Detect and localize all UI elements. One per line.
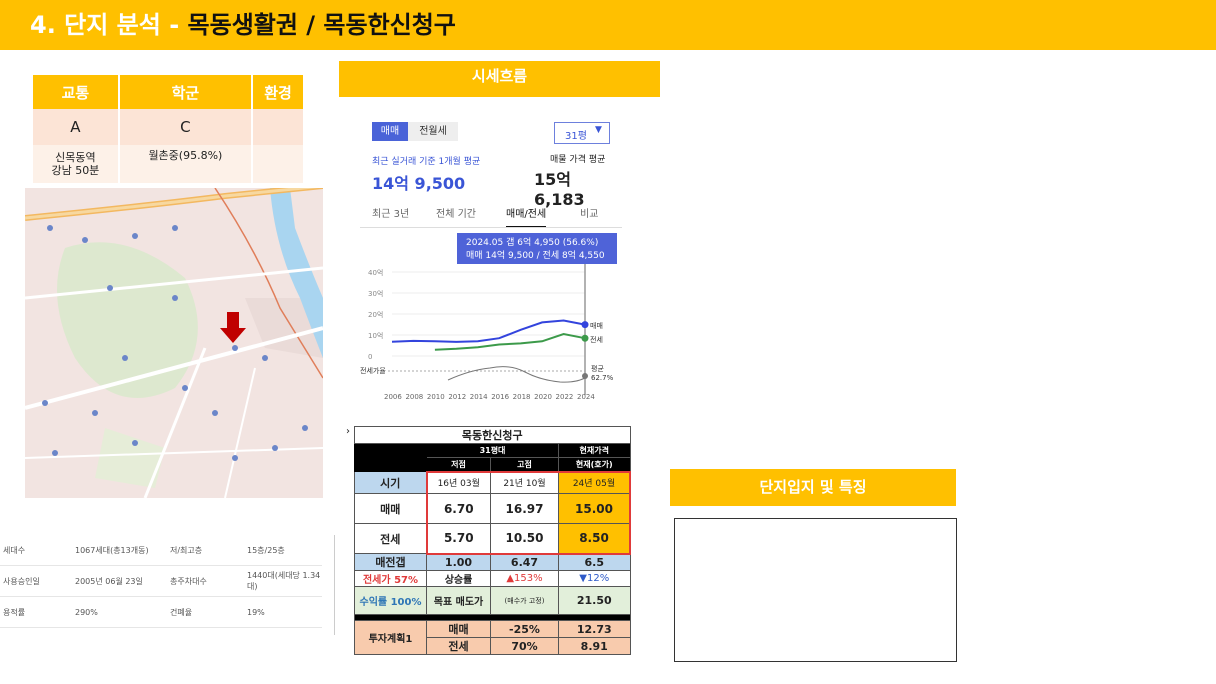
table-row: 전세가 57% 상승률 ▲153% ▼12% xyxy=(354,570,631,587)
location-map[interactable] xyxy=(25,188,323,498)
tab-divider xyxy=(360,227,622,228)
info-value: 19% xyxy=(247,607,265,617)
ask-avg-value: 15억 6,183 xyxy=(534,170,585,209)
recent-avg-label: 최근 실거래 기준 1개월 평균 xyxy=(372,157,481,167)
info-label: 용적률 xyxy=(3,607,26,617)
section-title-location-features: 단지입지 및 특징 xyxy=(670,469,956,506)
info-value: 290% xyxy=(75,607,98,617)
x-tick-label: 2020 xyxy=(534,393,552,401)
info-row: 용적률 290% 건폐율 19% xyxy=(0,597,322,628)
title-main: 목동생활권 / 목동한신청구 xyxy=(187,11,456,39)
note-traffic: 신목동역 강남 50분 xyxy=(33,145,120,183)
period-tab-all[interactable]: 전체 기간 xyxy=(436,205,476,220)
legend-avg-value: 62.7% xyxy=(591,374,614,382)
x-tick-label: 2024 xyxy=(577,393,595,401)
table-row: 매전갭 1.00 6.47 6.5 xyxy=(354,553,631,571)
y-tick-label: 20억 xyxy=(368,311,383,319)
info-row: 사용승인일 2005년 06월 23일 총주차대수 1440대(세대당 1.34… xyxy=(0,566,322,597)
ask-avg-label: 매물 가격 평균 xyxy=(550,155,606,165)
table-row: 수익률 100% 목표 매도가 (매수가 고정) 21.50 xyxy=(354,586,631,615)
location-features-box xyxy=(674,518,957,662)
col-low: 저점 xyxy=(426,457,491,472)
title-prefix: 4. 단지 분석 - xyxy=(30,11,188,39)
tooltip-line1: 2024.05 갭 6억 4,950 (56.6%) xyxy=(466,236,598,248)
table-sub1: 31평대 xyxy=(426,443,559,458)
investment-table: 목동한신청구 31평대 현재가격 저점 고점 현재(호가) 시기 16년 03월… xyxy=(354,426,631,655)
divider xyxy=(334,535,335,635)
legend-avg: 평균 xyxy=(591,364,604,373)
tooltip-line2: 매매 14억 9,500 / 전세 8억 4,550 xyxy=(466,249,605,261)
info-label: 사용승인일 xyxy=(3,576,40,586)
legend-rent: 전세 xyxy=(590,335,603,344)
table-row: 시기 16년 03월 21년 10월 24년 05월 xyxy=(354,470,631,494)
ratio-label: 전세가율 xyxy=(360,366,386,375)
x-tick-label: 2010 xyxy=(427,393,445,401)
chevron-down-icon: ▼ xyxy=(595,125,602,135)
note-env xyxy=(252,145,305,183)
col-high: 고점 xyxy=(490,457,559,472)
series-end-point xyxy=(581,334,589,342)
table-row: 투자계획1 매매 -25% 12.73 xyxy=(354,620,631,655)
x-tick-label: 2022 xyxy=(556,393,574,401)
location-score-table: 교통 학군 환경 A C 신목동역 강남 50분 월촌중(95.8%) xyxy=(33,75,305,183)
y-tick-label: 10억 xyxy=(368,332,383,340)
x-tick-label: 2006 xyxy=(384,393,402,401)
info-label: 저/최고층 xyxy=(170,545,203,555)
complex-info-table: 세대수 1067세대(총13개동) 저/최고층 15층/25층 사용승인일 20… xyxy=(0,535,322,628)
period-tab-sale-rent[interactable]: 매매/전세 xyxy=(506,205,547,228)
table-row: 매매 6.70 16.97 15.00 xyxy=(354,493,631,524)
chevron-left-icon: › xyxy=(346,426,350,437)
tab-sale[interactable]: 매매 xyxy=(372,122,408,141)
info-value: 1440대(세대당 1.34대) xyxy=(247,571,321,591)
series-line-sale xyxy=(391,319,586,343)
period-tab-compare[interactable]: 비교 xyxy=(580,205,598,220)
page-title: 4. 단지 분석 - 목동생활권 / 목동한신청구 xyxy=(30,9,456,41)
table-row: 전세 5.70 10.50 8.50 xyxy=(354,523,631,555)
y-tick-label: 30억 xyxy=(368,290,383,298)
legend-sale: 매매 xyxy=(590,322,603,330)
grade-env xyxy=(252,109,305,145)
x-tick-label: 2012 xyxy=(448,393,466,401)
page-header: 4. 단지 분석 - 목동생활권 / 목동한신청구 xyxy=(0,0,1216,50)
period-tab-3y[interactable]: 최근 3년 xyxy=(372,205,409,220)
tab-rent[interactable]: 전월세 xyxy=(408,122,458,141)
section-title-price-trend: 시세흐름 xyxy=(339,61,660,97)
x-tick-label: 2018 xyxy=(513,393,531,401)
info-value: 1067세대(총13개동) xyxy=(75,545,149,555)
size-dropdown-value: 31평 xyxy=(565,131,587,142)
y-tick-label: 40억 xyxy=(368,269,383,277)
grade-traffic: A xyxy=(33,109,120,145)
size-dropdown[interactable]: 31평 ▼ xyxy=(554,122,610,144)
table-title: 목동한신청구 xyxy=(354,426,631,444)
x-tick-label: 2014 xyxy=(470,393,488,401)
price-chart: 40억 30억 20억 10억 0 2024.05 갭 6억 4,950 (56.6%)… xyxy=(360,233,617,401)
x-tick-label: 2016 xyxy=(491,393,509,401)
grade-school: C xyxy=(118,109,254,145)
info-row: 세대수 1067세대(총13개동) 저/최고층 15층/25층 xyxy=(0,535,322,566)
info-label: 총주차대수 xyxy=(170,576,207,586)
info-value: 15층/25층 xyxy=(247,545,285,555)
score-header-school: 학군 xyxy=(118,75,254,109)
info-label: 세대수 xyxy=(3,545,26,555)
note-school: 월촌중(95.8%) xyxy=(118,145,254,183)
recent-avg-value: 14억 9,500 xyxy=(372,174,466,193)
y-tick-label: 0 xyxy=(368,353,372,361)
ratio-line xyxy=(447,366,586,383)
score-header-env: 환경 xyxy=(252,75,305,109)
info-label: 건폐율 xyxy=(170,607,193,617)
map-graphic xyxy=(25,188,323,498)
series-end-point xyxy=(581,321,589,329)
info-value: 2005년 06월 23일 xyxy=(75,576,143,586)
col-current: 현재(호가) xyxy=(558,457,631,472)
x-tick-label: 2008 xyxy=(405,393,423,401)
table-sub2: 현재가격 xyxy=(558,443,631,458)
score-header-traffic: 교통 xyxy=(33,75,120,109)
